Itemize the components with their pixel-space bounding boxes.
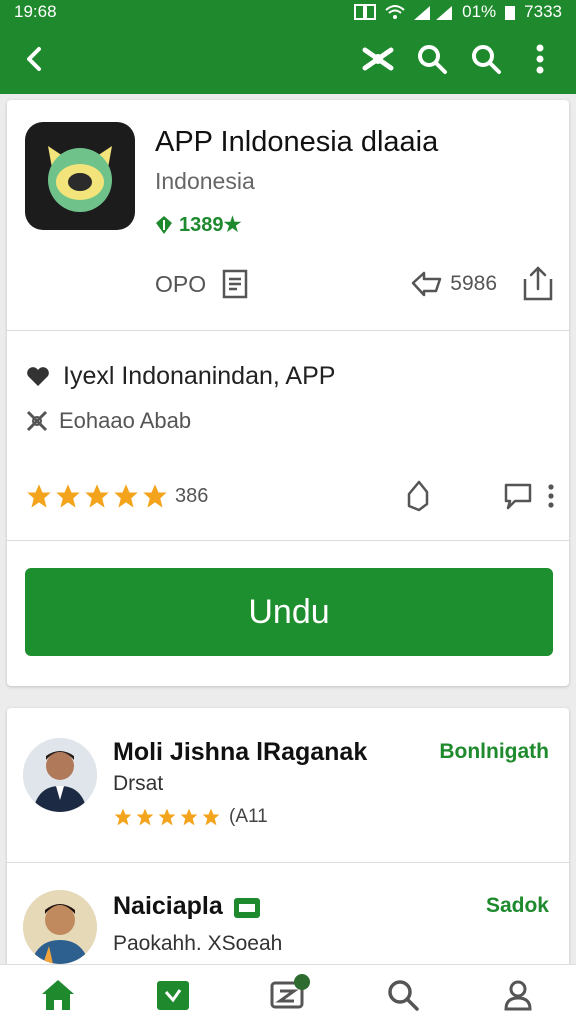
developer-label[interactable]: OPO [155, 271, 206, 298]
cat-face-icon [48, 146, 112, 212]
star-icon [85, 484, 109, 508]
person-avatar-icon [23, 890, 97, 964]
wifi-icon [385, 5, 405, 19]
shuffle-icon [362, 47, 394, 71]
back-arrow-icon [27, 47, 41, 71]
info-line-1: Iyexl Indonanindan, APP [25, 362, 335, 391]
comment-icon[interactable] [503, 481, 533, 511]
app-detail-card: APP Inldonesia dlaaia Indonesia 1389★ OP… [7, 100, 569, 686]
avatar[interactable] [23, 738, 97, 812]
star-icon [56, 484, 80, 508]
nav-home[interactable] [28, 970, 88, 1020]
rating-text: 1389★ [179, 214, 242, 236]
app-bar [0, 24, 576, 94]
app-title: APP Inldonesia dlaaia [155, 126, 439, 158]
star-rating[interactable] [25, 482, 169, 510]
sim-icon [354, 4, 377, 20]
star-icon [114, 808, 132, 826]
info-text-2: Eohaao Abab [59, 408, 192, 433]
more-vert-icon[interactable] [547, 483, 555, 509]
review-count: (A11 [229, 806, 268, 827]
nav-search[interactable] [373, 970, 433, 1020]
store-icon [156, 980, 189, 1010]
thumb-icon[interactable] [403, 480, 433, 512]
review-stars: (A11 [113, 806, 268, 828]
search-button[interactable] [410, 37, 454, 81]
review-action-link[interactable]: Sadok [486, 894, 549, 918]
status-bar: 19:68 01% 7333 [0, 0, 576, 24]
rating-count: 386 [175, 484, 209, 507]
nav-profile[interactable] [488, 970, 548, 1020]
review-subtitle: Drsat [113, 772, 164, 795]
shuffle-button[interactable] [356, 37, 400, 81]
info-line-2: Eohaao Abab [25, 408, 191, 434]
search-icon [472, 45, 501, 74]
divider [7, 330, 569, 331]
star-icon [114, 484, 138, 508]
puzzle-icon [26, 410, 48, 432]
review-author: Moli Jishna lRaganak [113, 738, 368, 766]
notification-badge [293, 973, 310, 990]
more-vert-icon [536, 44, 544, 74]
leaf-badge-icon [156, 215, 172, 234]
search-icon [388, 979, 419, 1011]
store-badge-icon [233, 897, 260, 918]
app-icon[interactable] [25, 122, 135, 230]
nav-store[interactable] [143, 970, 203, 1020]
person-avatar-icon [23, 738, 97, 812]
profile-icon [504, 980, 532, 1010]
app-category[interactable]: Indonesia [155, 168, 255, 195]
bottom-nav [0, 964, 576, 1024]
star-icon [180, 808, 198, 826]
nav-chat[interactable] [258, 970, 318, 1020]
app-rating: 1389★ [155, 212, 241, 237]
review-author-name: Naiciapla [113, 892, 223, 920]
review-author: Naiciapla [113, 892, 261, 921]
app-meta-row: OPO 5986 [155, 266, 555, 302]
avatar[interactable] [23, 890, 97, 964]
battery-icon [505, 6, 516, 20]
search-button-2[interactable] [464, 37, 508, 81]
star-icon [136, 808, 154, 826]
signal-icon [414, 6, 453, 20]
reviews-card: Moli Jishna lRaganak Drsat (A11 Bonlniga… [7, 708, 569, 978]
status-extra: 7333 [524, 2, 562, 21]
status-time: 19:68 [14, 2, 57, 21]
info-text-1: Iyexl Indonanindan, APP [63, 362, 336, 390]
review-action-link[interactable]: Bonlnigath [439, 740, 549, 764]
home-icon [41, 979, 74, 1010]
back-button[interactable] [14, 37, 58, 81]
document-icon[interactable] [222, 269, 248, 299]
battery-percent: 01% [462, 2, 497, 21]
download-button[interactable]: Undu [25, 568, 553, 656]
share-icon[interactable] [521, 265, 555, 303]
star-icon [202, 808, 220, 826]
divider [7, 540, 569, 541]
rating-row: 386 [25, 478, 555, 514]
share-count: 5986 [450, 272, 497, 295]
star-icon [27, 484, 51, 508]
more-button[interactable] [518, 37, 562, 81]
star-icon [158, 808, 176, 826]
star-icon [143, 484, 167, 508]
like-icon[interactable] [410, 269, 444, 299]
heart-chat-icon [27, 366, 49, 386]
review-subtitle: Paokahh. XSoeah [113, 932, 283, 955]
search-icon [418, 45, 447, 74]
review-item[interactable]: Moli Jishna lRaganak Drsat (A11 Bonlniga… [7, 708, 569, 838]
